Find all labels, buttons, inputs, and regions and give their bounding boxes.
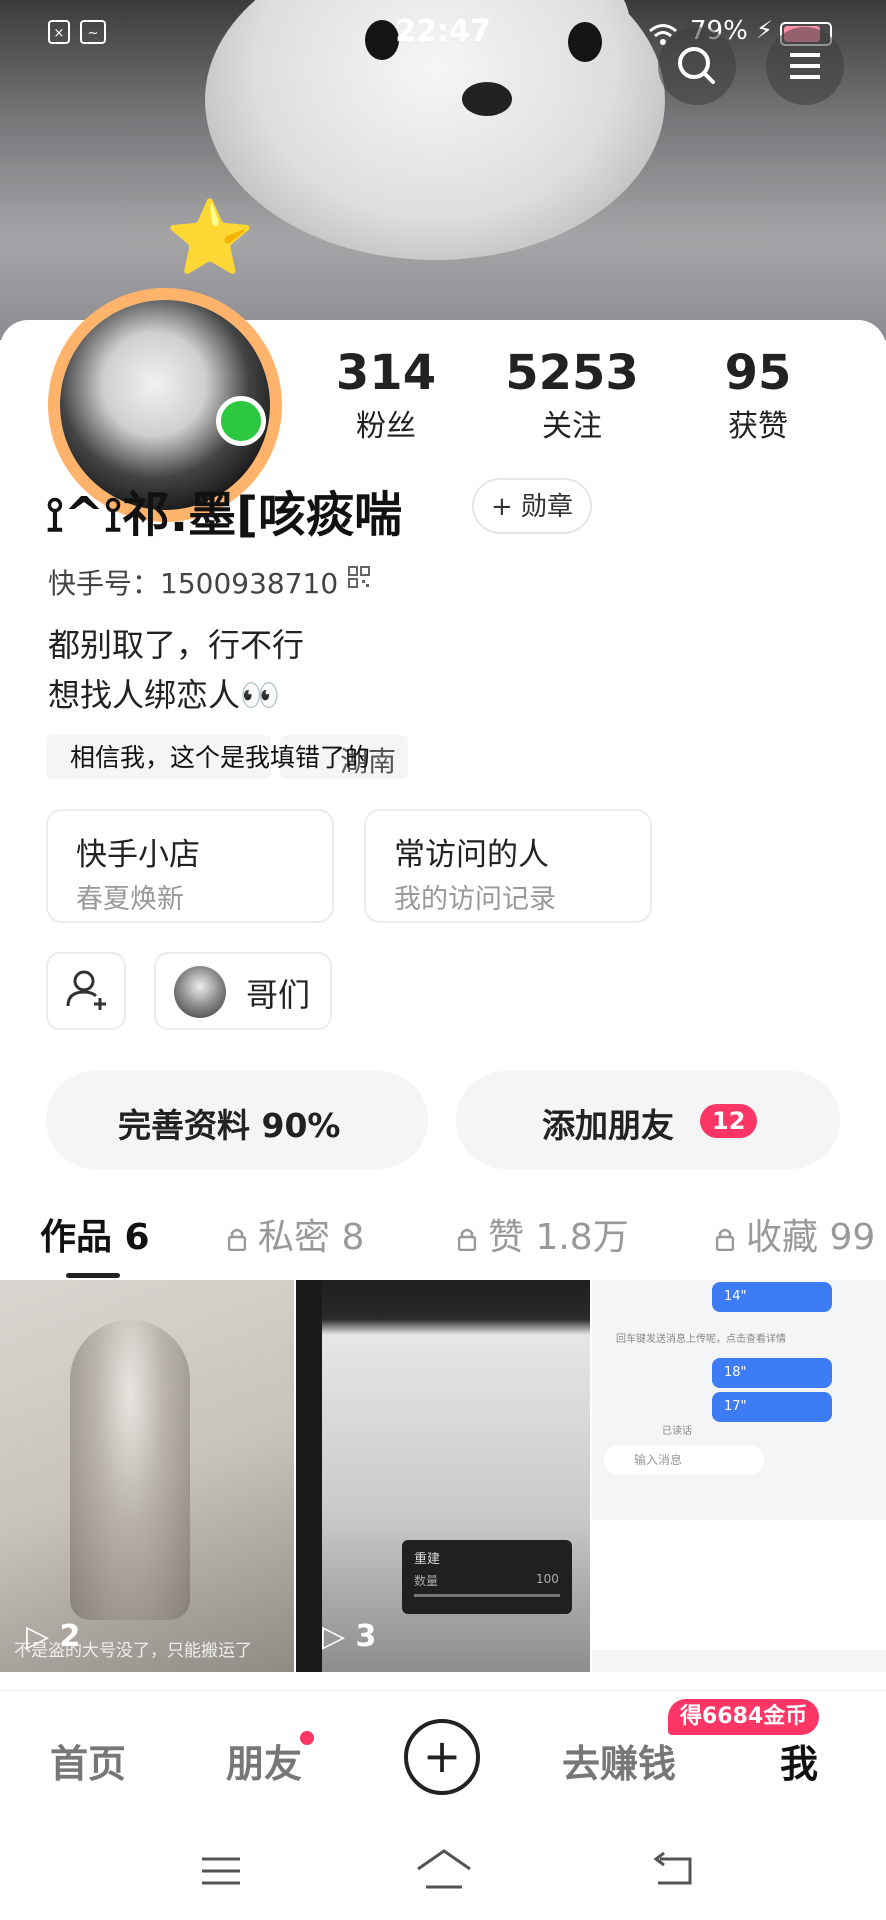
- recent-apps-icon[interactable]: [196, 1851, 246, 1891]
- nav-friends[interactable]: 朋友: [226, 1733, 302, 1788]
- post-thumbnail[interactable]: 14" 回车键发送消息上传呢，点击查看详情 18" 17" 已读话 输入消息 ▷…: [592, 1280, 886, 1672]
- drawing-sidebar: [296, 1280, 322, 1672]
- play-count: ▷ 2: [618, 1619, 672, 1654]
- overlay-panel: 重建 数量 100: [402, 1540, 572, 1614]
- status-bar: × ~ 22:47 79% ⚡: [0, 0, 886, 70]
- earn-coins-badge: 得6684金币: [668, 1699, 820, 1735]
- sketch-figure: [70, 1320, 190, 1620]
- active-tab-indicator: [66, 1273, 120, 1278]
- content-tabs: 作品 6 私密 8 赞 1.8万 收藏 99: [0, 1190, 886, 1275]
- frequent-visitors-card[interactable]: 常访问的人 我的访问记录: [364, 809, 652, 923]
- overlay-label: 数量: [414, 1574, 439, 1588]
- stat-label: 关注: [542, 409, 602, 444]
- bio-line: 想找人绑恋人👀: [48, 676, 280, 714]
- kuaishou-id[interactable]: 快手号：1500938710: [48, 562, 338, 602]
- back-icon[interactable]: [648, 1849, 698, 1891]
- play-icon: ▷: [618, 1619, 642, 1654]
- read-indicator: 已读话: [662, 1426, 692, 1437]
- stat-value: 314: [335, 345, 437, 401]
- profile-nickname: ⟟^⟟祁.墨[咳痰喘: [46, 487, 403, 543]
- tab-works[interactable]: 作品 6: [40, 1208, 150, 1260]
- post-thumbnail[interactable]: 不是盗的大号没了，只能搬运了 ▷ 2: [0, 1280, 294, 1672]
- stat-following[interactable]: 5253 关注: [492, 345, 652, 445]
- overlay-title: 重建: [414, 1552, 441, 1567]
- system-message: 回车键发送消息上传呢，点击查看详情: [616, 1334, 786, 1345]
- bottom-navigation: 首页 朋友 + 去赚钱 得6684金币 我: [0, 1690, 886, 1826]
- chat-bubble: 14": [712, 1282, 832, 1312]
- status-time: 22:47: [395, 14, 491, 49]
- bear-nose: [462, 82, 512, 116]
- nav-home[interactable]: 首页: [50, 1733, 126, 1788]
- add-user-button[interactable]: [46, 952, 126, 1030]
- lock-icon: [716, 1228, 734, 1251]
- friends-notification-dot: [300, 1731, 314, 1745]
- friend-avatar: [174, 966, 226, 1018]
- post-thumbnail[interactable]: 重建 数量 100 ▷ 3: [296, 1280, 590, 1672]
- tab-liked[interactable]: 赞 1.8万: [458, 1208, 629, 1260]
- stat-label: 获赞: [728, 409, 788, 444]
- friend-chip-label: 哥们: [246, 976, 311, 1014]
- play-icon: ▷: [26, 1619, 50, 1654]
- add-friend-badge: 12: [700, 1104, 758, 1138]
- chat-input: 输入消息: [604, 1445, 764, 1475]
- shop-card[interactable]: 快手小店 春夏焕新: [46, 809, 334, 923]
- play-count: ▷ 2: [26, 1619, 80, 1654]
- complete-profile-button[interactable]: 完善资料 90%: [46, 1071, 428, 1169]
- add-user-icon: [66, 970, 106, 1010]
- visitors-subtitle: 我的访问记录: [394, 884, 556, 915]
- home-icon[interactable]: [414, 1847, 474, 1893]
- bio-line: 都别取了，行不行: [48, 626, 305, 664]
- play-count-value: 2: [651, 1619, 673, 1654]
- lock-icon: [228, 1228, 246, 1251]
- chat-bubble: 17": [712, 1392, 832, 1422]
- tab-favorites[interactable]: 收藏 99: [716, 1208, 886, 1260]
- add-friend-button[interactable]: 添加朋友 12: [456, 1071, 840, 1169]
- tab-liked-label: 赞 1.8万: [488, 1217, 629, 1258]
- nav-earn[interactable]: 去赚钱: [562, 1733, 676, 1788]
- add-friend-label: 添加朋友: [542, 1106, 674, 1145]
- tab-favorites-label: 收藏 99: [746, 1217, 876, 1258]
- play-icon: ▷: [322, 1619, 346, 1654]
- online-status-dot: [216, 396, 266, 446]
- friend-chip[interactable]: 哥们: [154, 952, 332, 1030]
- menu-button[interactable]: [766, 27, 844, 105]
- tab-private[interactable]: 私密 8: [228, 1208, 364, 1260]
- visitors-title: 常访问的人: [394, 837, 549, 873]
- nav-me[interactable]: 我: [780, 1733, 818, 1788]
- menu-icon: [790, 53, 820, 79]
- stat-value: 95: [724, 345, 792, 401]
- shop-subtitle: 春夏焕新: [76, 884, 184, 915]
- tab-private-label: 私密 8: [258, 1217, 365, 1258]
- overlay-value: 100: [536, 1572, 559, 1586]
- star-decoration-icon: ⭐: [165, 195, 255, 279]
- add-medal-button[interactable]: + 勋章: [472, 478, 592, 534]
- play-count-value: 3: [355, 1619, 377, 1654]
- tag-overlay-text: 相信我，这个是我填错了的: [70, 743, 371, 772]
- system-navigation-bar: [0, 1825, 886, 1920]
- chat-bubble: 18": [712, 1358, 832, 1388]
- shop-title: 快手小店: [76, 837, 200, 873]
- stat-followers[interactable]: 314 粉丝: [306, 345, 466, 445]
- complete-profile-label: 完善资料 90%: [118, 1106, 341, 1145]
- stat-likes[interactable]: 95 获赞: [678, 345, 838, 445]
- create-post-button[interactable]: +: [404, 1719, 480, 1795]
- play-count-value: 2: [59, 1619, 81, 1654]
- search-icon: [678, 47, 715, 84]
- stat-label: 粉丝: [356, 409, 416, 444]
- search-button[interactable]: [658, 27, 736, 105]
- play-count: ▷ 3: [322, 1619, 376, 1654]
- lock-icon: [458, 1228, 476, 1251]
- qr-code-icon[interactable]: [348, 566, 370, 588]
- stat-value: 5253: [505, 345, 639, 401]
